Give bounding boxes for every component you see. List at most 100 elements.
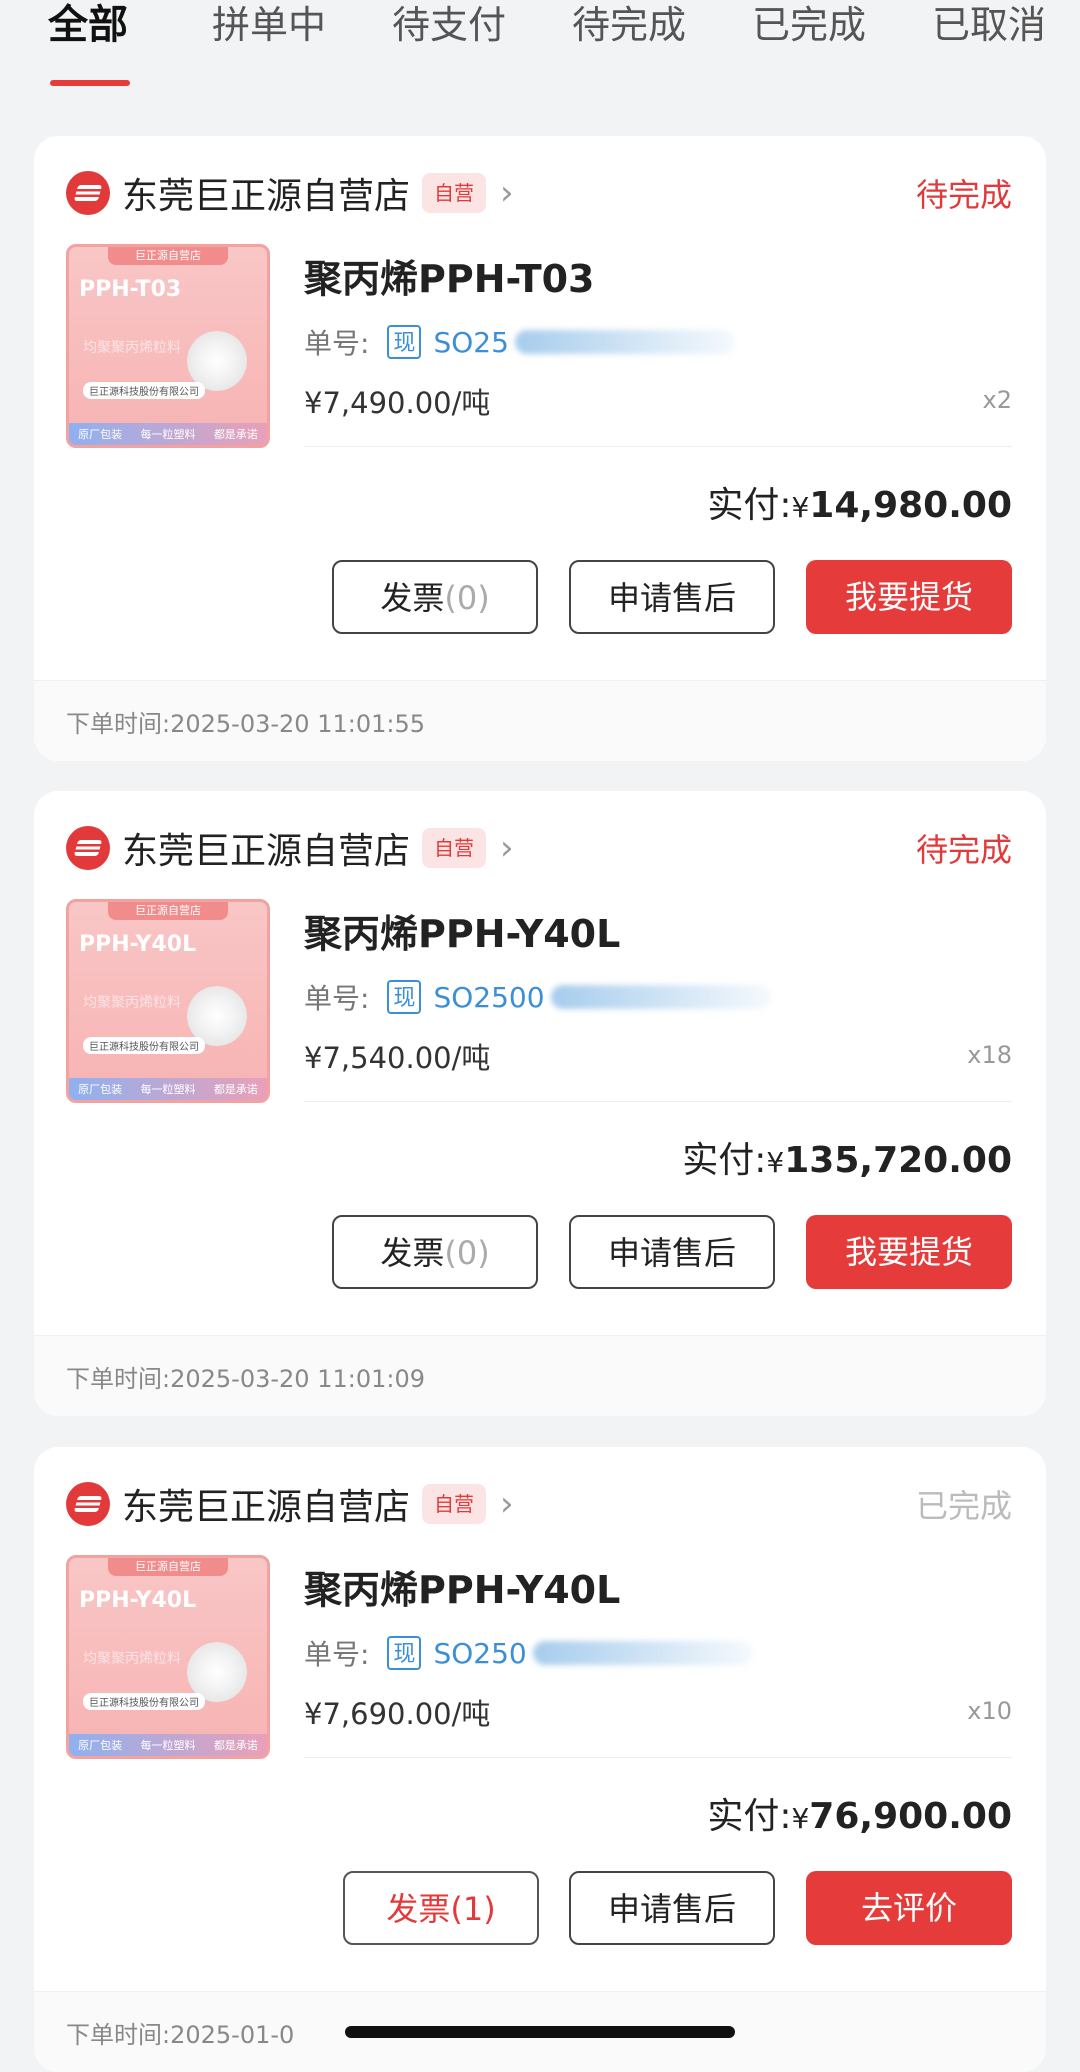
product-image-company: 巨正源科技股份有限公司 — [83, 382, 205, 399]
banner-text: 原厂包装 — [78, 1083, 123, 1096]
home-indicator[interactable] — [345, 2026, 735, 2038]
shop-link[interactable]: 东莞巨正源自营店 自营 › — [66, 823, 514, 873]
divider — [304, 1757, 1012, 1758]
banner-text: 每一粒塑料 — [140, 1739, 196, 1752]
product-image-tag: 巨正源自营店 — [108, 247, 228, 265]
banner-text: 都是承诺 — [213, 1083, 258, 1096]
currency-symbol: ¥ — [791, 491, 810, 524]
divider — [304, 446, 1012, 447]
banner-text: 都是承诺 — [213, 1739, 258, 1752]
order-status: 已完成 — [915, 1487, 1012, 1525]
paid-value: 14,980.00 — [809, 485, 1012, 526]
divider — [304, 1101, 1012, 1102]
paid-label: 实付: — [682, 1140, 767, 1181]
tab-pending-completion[interactable]: 待完成 — [572, 0, 686, 60]
product-image-grade: PPH-Y40L — [79, 932, 197, 957]
invoice-button[interactable]: 发票(1) — [343, 1871, 539, 1945]
order-card[interactable]: 东莞巨正源自营店 自营 › 待完成 巨正源自营店 PPH-T03 均聚聚丙烯粒料… — [34, 136, 1046, 761]
tab-completed[interactable]: 已完成 — [752, 0, 866, 60]
unit-price: ¥7,690.00/吨 — [304, 1697, 491, 1731]
currency-symbol: ¥ — [766, 1146, 785, 1179]
paid-amount: 实付:¥135,720.00 — [682, 1131, 1012, 1183]
order-number-label: 单号: — [304, 327, 370, 360]
after-sale-button[interactable]: 申请售后 — [569, 1215, 775, 1289]
order-number-redacted — [514, 330, 735, 354]
order-card[interactable]: 东莞巨正源自营店 自营 › 待完成 巨正源自营店 PPH-Y40L 均聚聚丙烯粒… — [34, 791, 1046, 1416]
order-time: 下单时间:2025-03-20 11:01:55 — [66, 710, 425, 738]
product-title[interactable]: 聚丙烯PPH-Y40L — [304, 903, 620, 958]
shop-link[interactable]: 东莞巨正源自营店 自营 › — [66, 168, 514, 218]
product-image[interactable]: 巨正源自营店 PPH-T03 均聚聚丙烯粒料 巨正源科技股份有限公司 原厂包装 … — [66, 244, 270, 448]
invoice-count: (1) — [450, 1890, 496, 1928]
product-image[interactable]: 巨正源自营店 PPH-Y40L 均聚聚丙烯粒料 巨正源科技股份有限公司 原厂包装… — [66, 1555, 270, 1759]
order-time: 下单时间:2025-01-0 — [66, 2021, 295, 2049]
shop-link[interactable]: 东莞巨正源自营店 自营 › — [66, 1479, 514, 1529]
quantity: x10 — [967, 1697, 1012, 1725]
order-status: 待完成 — [915, 176, 1012, 214]
order-number-row: 单号: 现 SO25 — [304, 322, 735, 362]
spot-badge: 现 — [387, 1636, 422, 1670]
shop-name: 东莞巨正源自营店 — [122, 1487, 411, 1528]
banner-text: 都是承诺 — [213, 428, 258, 441]
pick-up-button[interactable]: 我要提货 — [806, 1215, 1012, 1289]
tab-group-buying[interactable]: 拼单中 — [212, 0, 326, 60]
shop-name: 东莞巨正源自营店 — [122, 831, 411, 872]
paid-amount: 实付:¥76,900.00 — [707, 1787, 1012, 1839]
product-image[interactable]: 巨正源自营店 PPH-Y40L 均聚聚丙烯粒料 巨正源科技股份有限公司 原厂包装… — [66, 899, 270, 1103]
after-sale-button[interactable]: 申请售后 — [569, 560, 775, 634]
tab-cancelled[interactable]: 已取消 — [932, 0, 1046, 60]
tab-pending-payment[interactable]: 待支付 — [392, 0, 506, 60]
pick-up-button[interactable]: 我要提货 — [806, 560, 1012, 634]
product-image-tag: 巨正源自营店 — [108, 902, 228, 920]
self-operated-badge: 自营 — [422, 828, 487, 868]
product-title[interactable]: 聚丙烯PPH-Y40L — [304, 1559, 620, 1614]
product-image-banner: 原厂包装 每一粒塑料 都是承诺 — [69, 1078, 267, 1100]
invoice-label: 发票 — [380, 1234, 445, 1272]
order-number-row: 单号: 现 SO2500 — [304, 977, 771, 1017]
product-image-grade: PPH-T03 — [79, 277, 182, 302]
self-operated-badge: 自营 — [422, 173, 487, 213]
order-number[interactable]: SO250 — [433, 1637, 526, 1670]
product-image-subtitle: 均聚聚丙烯粒料 — [83, 340, 181, 356]
banner-text: 每一粒塑料 — [140, 1083, 196, 1096]
shop-logo-icon — [66, 171, 110, 215]
order-number[interactable]: SO25 — [433, 326, 508, 359]
product-image-subtitle: 均聚聚丙烯粒料 — [83, 1651, 181, 1667]
product-image-banner: 原厂包装 每一粒塑料 都是承诺 — [69, 1734, 267, 1756]
after-sale-button[interactable]: 申请售后 — [569, 1871, 775, 1945]
banner-text: 原厂包装 — [78, 1739, 123, 1752]
order-number-redacted — [532, 1641, 753, 1665]
order-card[interactable]: 东莞巨正源自营店 自营 › 已完成 巨正源自营店 PPH-Y40L 均聚聚丙烯粒… — [34, 1447, 1046, 2072]
currency-symbol: ¥ — [791, 1802, 810, 1835]
chevron-right-icon: › — [500, 828, 514, 868]
order-number-label: 单号: — [304, 982, 370, 1015]
product-image-company: 巨正源科技股份有限公司 — [83, 1037, 205, 1054]
product-image-subtitle: 均聚聚丙烯粒料 — [83, 995, 181, 1011]
invoice-button[interactable]: 发票(0) — [332, 560, 538, 634]
chevron-right-icon: › — [500, 173, 514, 213]
banner-text: 每一粒塑料 — [140, 428, 196, 441]
chevron-right-icon: › — [500, 1484, 514, 1524]
shop-logo-icon — [66, 1482, 110, 1526]
paid-amount: 实付:¥14,980.00 — [707, 476, 1012, 528]
spot-badge: 现 — [387, 325, 422, 359]
product-image-tag: 巨正源自营店 — [108, 1558, 228, 1576]
banner-text: 原厂包装 — [78, 428, 123, 441]
order-number[interactable]: SO2500 — [433, 981, 544, 1014]
spot-badge: 现 — [387, 980, 422, 1014]
product-title[interactable]: 聚丙烯PPH-T03 — [304, 248, 595, 303]
invoice-button[interactable]: 发票(0) — [332, 1215, 538, 1289]
order-number-redacted — [550, 985, 771, 1009]
paid-label: 实付: — [707, 1796, 792, 1837]
shop-logo-icon — [66, 826, 110, 870]
product-image-company: 巨正源科技股份有限公司 — [83, 1693, 205, 1710]
review-button[interactable]: 去评价 — [806, 1871, 1012, 1945]
order-number-row: 单号: 现 SO250 — [304, 1633, 753, 1673]
shop-name: 东莞巨正源自营店 — [122, 176, 411, 217]
tab-all[interactable]: 全部 — [48, 0, 128, 60]
order-number-label: 单号: — [304, 1638, 370, 1671]
unit-price: ¥7,540.00/吨 — [304, 1041, 491, 1075]
product-image-grade: PPH-Y40L — [79, 1588, 197, 1613]
invoice-count: (0) — [444, 579, 490, 617]
paid-label: 实付: — [707, 485, 792, 526]
